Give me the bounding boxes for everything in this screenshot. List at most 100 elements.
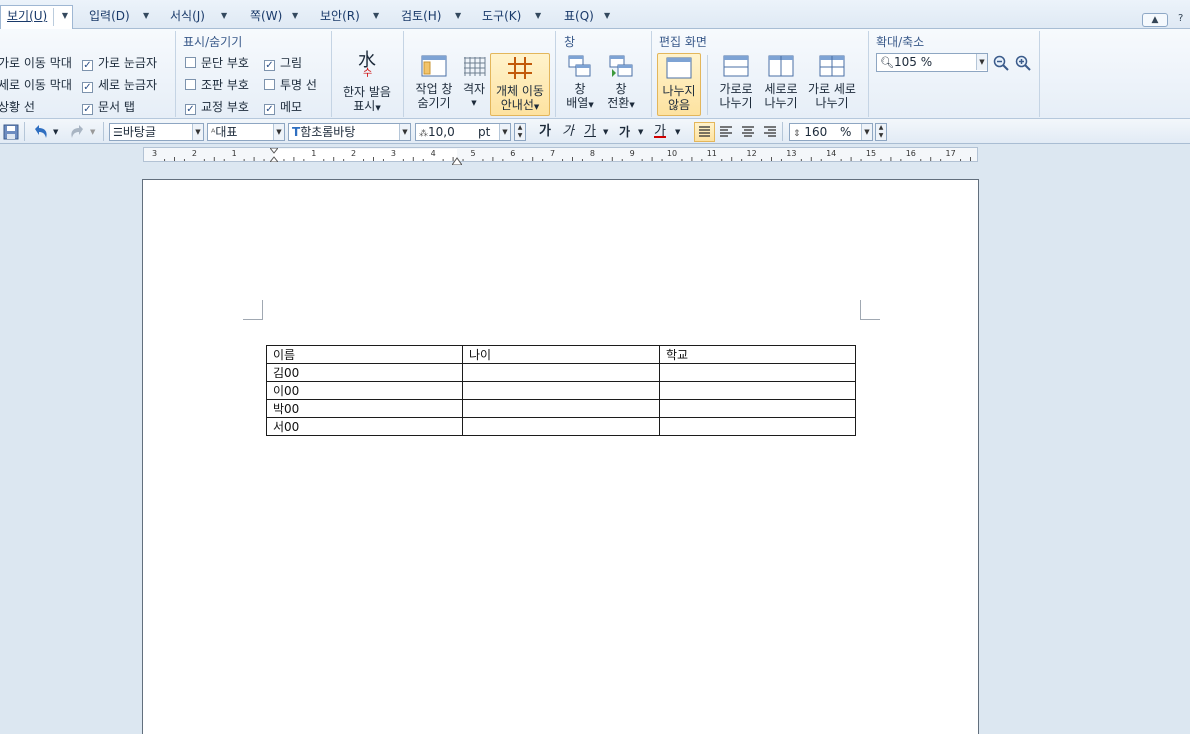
table-cell[interactable] (659, 399, 856, 418)
chevron-down-icon[interactable]: ▼ (455, 6, 461, 26)
chevron-down-icon[interactable]: ▼ (143, 6, 149, 26)
font-combo[interactable]: T함초롬바탕 ▼ (288, 123, 411, 141)
redo-icon[interactable] (68, 124, 86, 140)
table-cell[interactable] (462, 399, 660, 418)
line-spacing-combo[interactable]: ⇕ 160% ▼ (789, 123, 873, 141)
status-line-label: 상황 선 (0, 100, 35, 114)
h-scroll-checkbox[interactable]: 가로 이동 막대 (0, 55, 72, 71)
chevron-down-icon[interactable]: ▼ (976, 54, 987, 70)
chevron-down-icon[interactable]: ▼ (192, 124, 203, 140)
h-split-button[interactable]: 가로로 나누기 (714, 54, 758, 110)
font-size-spinner[interactable]: ▲ ▼ (514, 123, 526, 141)
collapse-ribbon-button[interactable]: ▲ (1142, 13, 1168, 27)
chevron-down-icon[interactable]: ▼ (861, 124, 872, 140)
hanja-pronunciation-button[interactable]: 水 수 한자 발음 표시▼ (338, 51, 396, 115)
style-combo[interactable]: ☰바탕글 ▼ (109, 123, 204, 141)
tab-input[interactable]: 입력(D) ▼ (89, 6, 154, 28)
chevron-down-icon[interactable]: ▼ (221, 6, 227, 26)
memo-checkbox[interactable]: ✓ 메모 (264, 99, 302, 115)
zoom-combo[interactable]: 🔍︎105 % ▼ (876, 53, 988, 72)
chevron-down-icon[interactable]: ▼ (499, 124, 510, 140)
document-page[interactable] (142, 179, 979, 734)
save-icon[interactable] (3, 124, 19, 140)
font-size-combo[interactable]: ⁂10,0 pt ▼ (415, 123, 511, 141)
tab-page[interactable]: 쪽(W) ▼ (250, 6, 305, 28)
language-combo[interactable]: ᴬ대표 ▼ (207, 123, 285, 141)
zoom-out-icon[interactable] (993, 55, 1009, 71)
tab-review[interactable]: 검토(H) ▼ (401, 6, 466, 28)
chevron-down-icon[interactable]: ▼ (638, 123, 643, 141)
chevron-down-icon[interactable]: ▼ (62, 6, 68, 26)
chevron-down-icon[interactable]: ▼ (535, 6, 541, 26)
chevron-down-icon[interactable]: ▼ (604, 6, 610, 26)
chevron-down-icon[interactable]: ▼ (399, 124, 410, 140)
task-pane-button[interactable]: 작업 창 숨기기 (411, 54, 457, 110)
table-cell[interactable]: 이름 (266, 345, 463, 364)
align-center-icon[interactable] (740, 124, 756, 140)
help-button[interactable]: ? (1178, 13, 1183, 24)
indent-marker[interactable] (268, 147, 280, 163)
align-right-icon[interactable] (762, 124, 778, 140)
spin-down-icon[interactable]: ▼ (515, 132, 525, 140)
tab-tools[interactable]: 도구(K) ▼ (482, 6, 546, 28)
table-cell[interactable]: 나이 (462, 345, 660, 364)
switch-window-button[interactable]: 창 전환▼ (604, 54, 638, 112)
chevron-down-icon[interactable]: ▼ (53, 123, 58, 141)
tab-format[interactable]: 서식(J) ▼ (170, 6, 233, 28)
table-cell[interactable]: 이00 (266, 381, 463, 400)
grid-button[interactable]: 격자 ▼ (460, 54, 488, 110)
arrange-window-button[interactable]: 창 배열▼ (563, 54, 597, 112)
tab-security[interactable]: 보안(R) ▼ (320, 6, 385, 28)
table-cell[interactable] (659, 381, 856, 400)
spin-up-icon[interactable]: ▲ (515, 124, 525, 132)
no-split-button[interactable]: 나누지 않음 (657, 53, 701, 116)
v-split-button[interactable]: 세로로 나누기 (759, 54, 803, 110)
v-scroll-checkbox[interactable]: 세로 이동 막대 (0, 77, 72, 93)
table-cell[interactable] (659, 417, 856, 436)
hv-split-button[interactable]: 가로 세로 나누기 (804, 54, 860, 110)
spin-down-icon[interactable]: ▼ (876, 132, 886, 140)
transparent-line-checkbox[interactable]: 투명 선 (264, 77, 317, 93)
v-ruler-checkbox[interactable]: ✓ 세로 눈금자 (82, 77, 157, 93)
table-cell[interactable]: 학교 (659, 345, 856, 364)
table-cell[interactable]: 박00 (266, 399, 463, 418)
ruler-number: 7 (550, 149, 556, 158)
strike-button[interactable]: 가 (619, 123, 630, 141)
chevron-down-icon[interactable]: ▼ (292, 6, 298, 26)
paragraph-mark-checkbox[interactable]: 문단 부호 (185, 55, 249, 71)
zoom-in-icon[interactable] (1015, 55, 1031, 71)
chevron-down-icon[interactable]: ▼ (373, 6, 379, 26)
table-cell[interactable] (659, 363, 856, 382)
spin-up-icon[interactable]: ▲ (876, 124, 886, 132)
bold-button[interactable]: 가 (539, 123, 551, 141)
align-left-icon[interactable] (718, 124, 734, 140)
table-cell[interactable] (462, 417, 660, 436)
object-guide-button[interactable]: 개체 이동 안내선▼ (490, 53, 550, 116)
chevron-down-icon[interactable]: ▼ (603, 123, 608, 141)
tab-view[interactable]: 보기(U) ▼ (0, 5, 73, 30)
tab-table[interactable]: 표(Q) ▼ (564, 6, 619, 28)
horizontal-ruler[interactable]: 3 2 1 1 2 3 4 5 6 7 8 9 10 11 12 13 14 15 16 17 (143, 147, 978, 166)
table-cell[interactable]: 서00 (266, 417, 463, 436)
picture-checkbox[interactable]: ✓ 그림 (264, 55, 302, 71)
line-spacing-spinner[interactable]: ▲ ▼ (875, 123, 887, 141)
right-margin-marker[interactable] (451, 154, 463, 166)
undo-icon[interactable] (32, 124, 50, 140)
object-mark-checkbox[interactable]: 조판 부호 (185, 77, 249, 93)
chevron-down-icon[interactable]: ▼ (675, 123, 680, 141)
table-cell[interactable]: 김00 (266, 363, 463, 382)
proof-mark-checkbox[interactable]: ✓ 교정 부호 (185, 99, 249, 115)
status-line-checkbox[interactable]: 상황 선 (0, 99, 35, 115)
underline-button[interactable]: 가 (584, 123, 596, 141)
chevron-down-icon[interactable]: ▼ (273, 124, 284, 140)
doc-tab-checkbox[interactable]: ✓ 문서 탭 (82, 99, 135, 115)
chevron-down-icon[interactable]: ▼ (90, 123, 95, 141)
table-cell[interactable] (462, 363, 660, 382)
italic-button[interactable]: 가 (562, 123, 574, 141)
document-table[interactable]: 이름 나이 학교 김00 이00 박00 서00 (266, 345, 856, 436)
justify-button[interactable] (694, 122, 715, 142)
font-color-button[interactable]: 가 (654, 123, 666, 141)
h-ruler-checkbox[interactable]: ✓ 가로 눈금자 (82, 55, 157, 71)
group-divider (175, 31, 176, 117)
table-cell[interactable] (462, 381, 660, 400)
